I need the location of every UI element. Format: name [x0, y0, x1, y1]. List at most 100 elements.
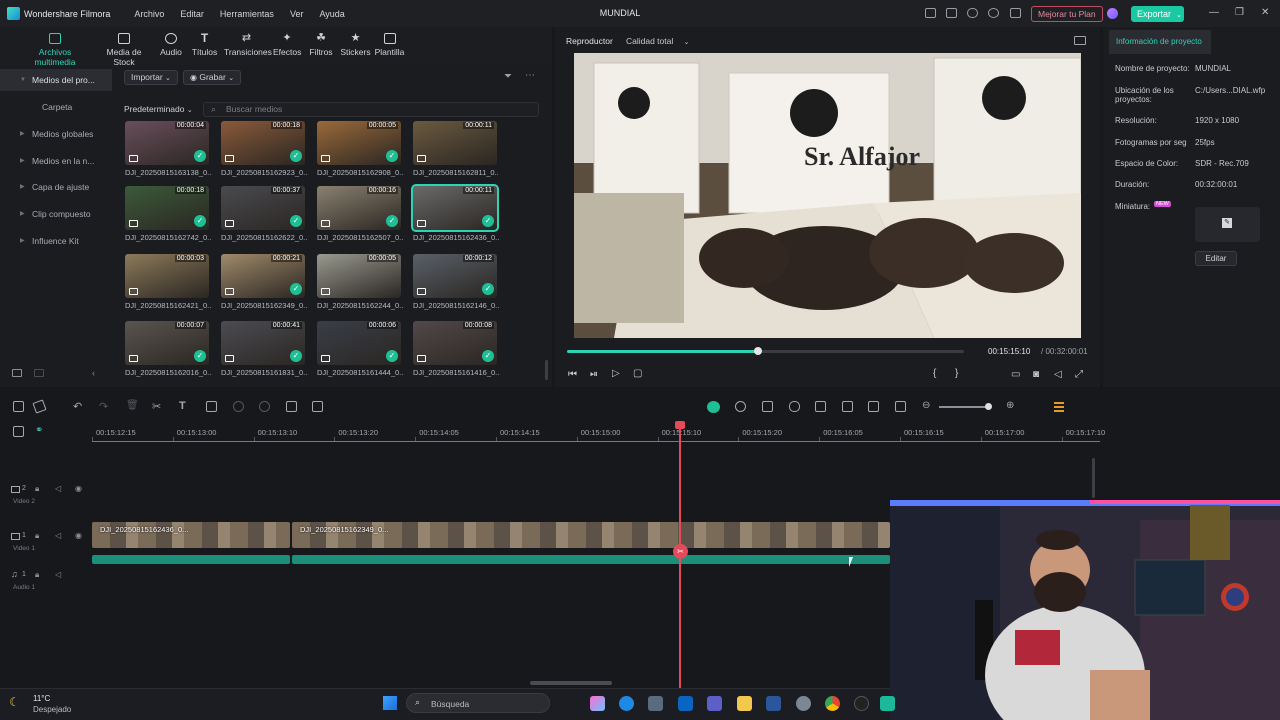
undo-icon[interactable]: ↶ — [73, 400, 82, 413]
text-icon[interactable]: T — [179, 400, 186, 412]
more-options-icon[interactable]: ⋯ — [525, 70, 535, 81]
mark-out-icon[interactable]: } — [955, 368, 958, 379]
tab-archivos-multimedia[interactable]: Archivos multimedia — [18, 33, 92, 67]
prev-frame-icon[interactable]: ⏮ — [568, 369, 577, 380]
eye-icon[interactable]: ◉ — [75, 484, 82, 493]
play-icon[interactable]: ▷ — [612, 368, 620, 379]
cloud-icon[interactable] — [967, 8, 978, 18]
media-thumbnail[interactable]: 00:00:11 ✓ — [411, 184, 499, 232]
multicam-icon[interactable] — [312, 401, 323, 412]
support-icon[interactable] — [988, 8, 999, 18]
microphone-icon[interactable] — [789, 401, 800, 412]
filter-funnel-icon[interactable]: ⏷ — [504, 71, 512, 82]
outlook-icon[interactable] — [678, 696, 693, 711]
zoom-slider-handle[interactable] — [985, 403, 992, 410]
media-thumbnail[interactable]: 00:00:11 — [413, 121, 497, 165]
mute-icon[interactable]: ◁ — [55, 531, 61, 540]
timeline-vertical-scrollbar[interactable] — [1092, 458, 1095, 498]
file-explorer-icon[interactable] — [737, 696, 752, 711]
zoom-slider[interactable] — [939, 403, 992, 410]
save-icon[interactable] — [946, 8, 957, 18]
edit-button[interactable]: Editar — [1195, 251, 1237, 266]
gift-icon[interactable] — [1010, 8, 1021, 18]
grid-layout-icon[interactable] — [13, 401, 24, 412]
volume-icon[interactable]: ◁ — [1054, 369, 1062, 380]
word-icon[interactable] — [766, 696, 781, 711]
ai-tool-icon[interactable] — [286, 401, 297, 412]
tab-filtros[interactable]: ☘ Filtros — [308, 33, 334, 58]
tab-efectos[interactable]: ✦ Efectos — [273, 33, 301, 58]
sidebar-item-medios-globales[interactable]: ▶ Medios globales — [0, 123, 112, 145]
record-button[interactable]: ◉ Grabar ⌄ — [183, 70, 242, 85]
timeline-horizontal-scrollbar[interactable] — [530, 681, 612, 685]
mute-icon[interactable]: ◁ — [55, 484, 61, 493]
timeline-ruler[interactable]: 00:15:12:15 00:15:13:00 00:15:13:10 00:15:1… — [92, 422, 1105, 442]
media-thumbnail[interactable]: 00:00:06 ✓ — [317, 321, 401, 365]
filmora-taskbar-icon[interactable] — [880, 696, 895, 711]
sidebar-item-capa-de-ajuste[interactable]: ▶ Capa de ajuste — [0, 176, 112, 198]
close-icon[interactable]: ✕ — [1261, 7, 1269, 18]
settings-gear-icon[interactable] — [796, 696, 811, 711]
windows-start-icon[interactable] — [383, 696, 397, 710]
obs-icon[interactable] — [854, 696, 869, 711]
playhead-scissors-icon[interactable]: ✂ — [673, 544, 688, 559]
crop-icon[interactable] — [206, 401, 217, 412]
split-scissors-icon[interactable]: ✂ — [152, 400, 161, 413]
fullscreen-icon[interactable]: ⤢ — [1075, 369, 1083, 380]
clip-audio-waveform[interactable] — [292, 555, 890, 564]
snapshot-view-icon[interactable] — [1074, 36, 1086, 45]
camera-icon[interactable]: ◙ — [1033, 369, 1039, 380]
sidebar-item-medios-del-proyecto[interactable]: ▼ Medios del pro... — [0, 69, 112, 91]
auto-render-icon[interactable] — [707, 401, 720, 413]
restore-icon[interactable]: ❐ — [1235, 7, 1244, 18]
media-thumbnail[interactable]: 00:00:41 ✓ — [221, 321, 305, 365]
play-frame-icon[interactable]: ⏯ — [590, 369, 598, 380]
export-button[interactable]: Exportar ⌄ — [1131, 6, 1184, 22]
display-icon[interactable]: ▭ — [1011, 369, 1020, 380]
menu-archivo[interactable]: Archivo — [128, 9, 170, 19]
sidebar-item-influence-kit[interactable]: ▶ Influence Kit — [0, 230, 112, 252]
upgrade-plan-button[interactable]: Mejorar tu Plan — [1031, 6, 1103, 22]
snap-icon[interactable] — [842, 401, 853, 412]
media-thumbnail[interactable]: 00:00:05 — [317, 254, 401, 298]
seek-handle[interactable] — [753, 347, 762, 355]
thumbnail-box[interactable]: ✎ — [1195, 207, 1260, 242]
mark-in-icon[interactable]: { — [933, 368, 936, 379]
sort-dropdown[interactable]: Predeterminado ⌄ — [124, 104, 193, 114]
media-thumbnail[interactable]: 00:00:37 ✓ — [221, 186, 305, 230]
tab-titulos[interactable]: T Títulos — [191, 32, 218, 57]
taskbar-search-input[interactable]: ⌕ Búsqueda — [406, 693, 550, 713]
media-thumbnail[interactable]: 00:00:18 ✓ — [221, 121, 305, 165]
media-thumbnail[interactable]: 00:00:07 ✓ — [125, 321, 209, 365]
sidebar-item-clip-compuesto[interactable]: ▶ Clip compuesto — [0, 203, 112, 225]
layout-icon[interactable] — [925, 8, 936, 18]
render-preview-icon[interactable] — [735, 401, 746, 412]
collapse-icon[interactable]: ‹ — [92, 368, 95, 378]
eye-icon[interactable]: ◉ — [75, 531, 82, 540]
lock-icon[interactable]: 🔒︎ — [35, 570, 39, 580]
media-thumbnail[interactable]: 00:00:08 ✓ — [413, 321, 497, 365]
timeline-menu-icon[interactable] — [1054, 402, 1064, 412]
zoom-in-icon[interactable]: ⊕ — [1006, 400, 1014, 411]
timeline-clip[interactable]: DJI_20250815162349_0... — [292, 522, 890, 548]
menu-ver[interactable]: Ver — [284, 9, 310, 19]
tab-transiciones[interactable]: ⇄ Transiciones — [224, 33, 272, 58]
lock-icon[interactable]: 🔒︎ — [35, 484, 39, 494]
menu-ayuda[interactable]: Ayuda — [313, 9, 350, 19]
edge-icon[interactable] — [619, 696, 634, 711]
import-button[interactable]: Importar ⌄ — [124, 70, 178, 85]
teams-icon[interactable] — [707, 696, 722, 711]
link-icon[interactable]: ⚭ — [35, 425, 43, 436]
media-thumbnail[interactable]: 00:00:04 ✓ — [125, 121, 209, 165]
media-thumbnail[interactable]: 00:00:16 ✓ — [317, 186, 401, 230]
avatar[interactable] — [1107, 8, 1118, 19]
store-icon[interactable] — [648, 696, 663, 711]
minimize-icon[interactable]: — — [1209, 7, 1219, 18]
media-thumbnail[interactable]: 00:00:12 ✓ — [413, 254, 497, 298]
menu-herramientas[interactable]: Herramientas — [214, 9, 280, 19]
stop-icon[interactable]: ▢ — [633, 368, 642, 379]
clip-audio-waveform[interactable] — [92, 555, 290, 564]
media-thumbnail[interactable]: 00:00:05 ✓ — [317, 121, 401, 165]
tab-media-de-stock[interactable]: Media de Stock — [96, 33, 152, 67]
chrome-icon[interactable] — [825, 696, 840, 711]
